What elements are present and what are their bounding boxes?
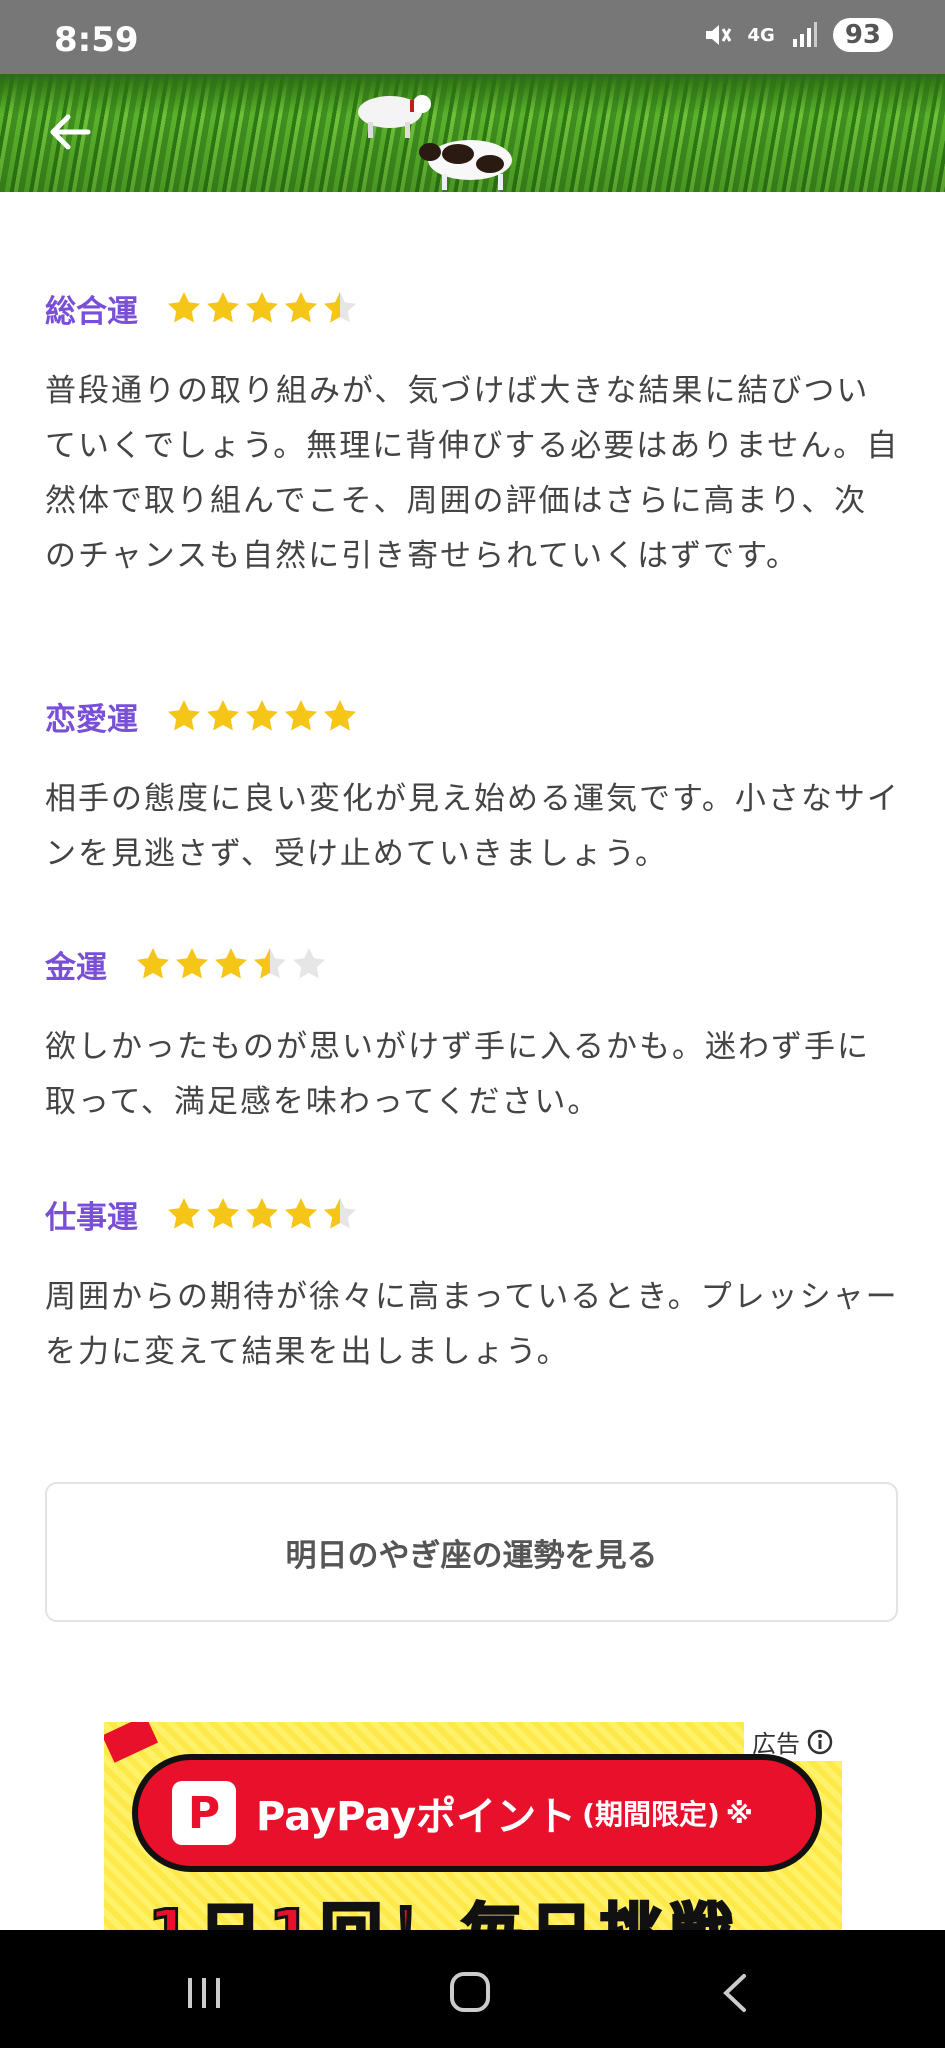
section-title: 恋愛運 bbox=[45, 701, 138, 738]
recent-apps-icon[interactable] bbox=[174, 1970, 234, 2016]
paypay-logo-icon: P bbox=[172, 1781, 236, 1845]
home-icon[interactable] bbox=[440, 1970, 500, 2016]
star-icon bbox=[176, 948, 208, 979]
star-rating bbox=[166, 698, 358, 734]
status-icons: 4G 93 bbox=[702, 18, 893, 52]
info-icon[interactable] bbox=[806, 1728, 834, 1756]
star-icon bbox=[168, 1198, 200, 1229]
section-title: 仕事運 bbox=[45, 1199, 138, 1236]
star-icon bbox=[293, 948, 325, 979]
section-money: 金運 欲しかったものが思いがけず手に入るかも。迷わず手に取って、満足感を味わって… bbox=[45, 936, 900, 1186]
header-banner bbox=[0, 74, 945, 192]
star-rating bbox=[166, 290, 358, 326]
status-bar: 8:59 4G 93 bbox=[0, 0, 945, 74]
section-title: 総合運 bbox=[45, 293, 138, 330]
star-icon bbox=[246, 292, 278, 323]
fortune-content: 総合運 普段通りの取り組みが、気づけば大きな結果に結びついていくでしょう。無理に… bbox=[45, 280, 900, 1486]
star-icon bbox=[285, 700, 317, 731]
star-icon bbox=[285, 292, 317, 323]
ad-corner-decoration bbox=[104, 1722, 159, 1763]
star-icon bbox=[168, 700, 200, 731]
battery-level: 93 bbox=[832, 18, 893, 52]
arrow-left-icon[interactable] bbox=[40, 102, 100, 162]
mute-icon bbox=[705, 25, 731, 45]
ad-bottom-text: 1日1回！毎日挑戦 bbox=[146, 1882, 740, 1933]
section-text: 周囲からの期待が徐々に高まっているとき。プレッシャーを力に変えて結果を出しましょ… bbox=[45, 1279, 899, 1370]
network-label: 4G bbox=[747, 24, 775, 46]
section-love: 恋愛運 相手の態度に良い変化が見え始める運気です。小さなサインを見逃さず、受け止… bbox=[45, 688, 900, 936]
signal-icon bbox=[792, 22, 817, 47]
sheep-and-cow-illustration bbox=[358, 95, 512, 190]
star-icon bbox=[168, 292, 200, 323]
star-icon bbox=[137, 948, 169, 979]
ad-headline: P PayPayポイント (期間限定) ※ bbox=[132, 1754, 822, 1872]
section-title: 金運 bbox=[45, 949, 107, 986]
star-icon bbox=[324, 700, 356, 731]
ad-sub: (期間限定) bbox=[582, 1798, 720, 1831]
star-icon bbox=[207, 292, 239, 323]
section-work: 仕事運 周囲からの期待が徐々に高まっているとき。プレッシャーを力に変えて結果を出… bbox=[45, 1186, 900, 1486]
ad-banner[interactable]: 広告 P PayPayポイント (期間限定) ※ 1日1回！毎日挑戦 bbox=[104, 1722, 842, 1932]
next-day-fortune-button[interactable]: 明日のやぎ座の運勢を見る bbox=[45, 1482, 898, 1622]
star-icon bbox=[207, 700, 239, 731]
ad-brand: PayPayポイント bbox=[256, 1794, 577, 1840]
section-text: 欲しかったものが思いがけず手に入るかも。迷わず手に取って、満足感を味わってくださ… bbox=[45, 1029, 870, 1120]
status-time: 8:59 bbox=[54, 20, 139, 60]
star-icon bbox=[246, 1198, 278, 1229]
ad-mark: ※ bbox=[725, 1796, 753, 1830]
star-icon bbox=[254, 948, 286, 979]
section-text: 普段通りの取り組みが、気づけば大きな結果に結びついていくでしょう。無理に背伸びす… bbox=[45, 373, 900, 574]
system-nav-bar bbox=[0, 1930, 945, 2048]
star-icon bbox=[324, 1198, 356, 1229]
star-icon bbox=[246, 700, 278, 731]
star-icon bbox=[324, 292, 356, 323]
section-text: 相手の態度に良い変化が見え始める運気です。小さなサインを見逃さず、受け止めていき… bbox=[45, 781, 900, 872]
star-icon bbox=[285, 1198, 317, 1229]
star-icon bbox=[215, 948, 247, 979]
section-overall: 総合運 普段通りの取り組みが、気づけば大きな結果に結びついていくでしょう。無理に… bbox=[45, 280, 900, 688]
star-rating bbox=[166, 1196, 358, 1232]
star-icon bbox=[207, 1198, 239, 1229]
star-rating bbox=[135, 946, 327, 982]
back-nav-icon[interactable] bbox=[706, 1970, 766, 2016]
